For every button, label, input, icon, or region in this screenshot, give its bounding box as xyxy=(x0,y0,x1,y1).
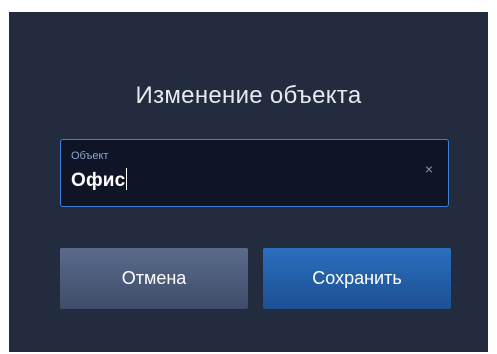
object-name-value: Офис xyxy=(71,170,126,191)
cancel-button-label: Отмена xyxy=(121,268,187,288)
object-field-label: Объект xyxy=(71,150,109,162)
save-button[interactable]: Сохранить xyxy=(263,248,451,309)
close-icon[interactable]: × xyxy=(422,162,436,176)
object-name-field[interactable]: Объект Офис × xyxy=(60,139,449,207)
text-caret xyxy=(126,168,128,190)
dialog-title: Изменение объекта xyxy=(135,82,362,109)
save-button-label: Сохранить xyxy=(312,268,402,288)
edit-object-dialog: Изменение объекта Объект Офис × Отмена С… xyxy=(9,12,488,352)
object-name-input[interactable]: Офис xyxy=(71,168,128,192)
cancel-button[interactable]: Отмена xyxy=(60,248,248,309)
